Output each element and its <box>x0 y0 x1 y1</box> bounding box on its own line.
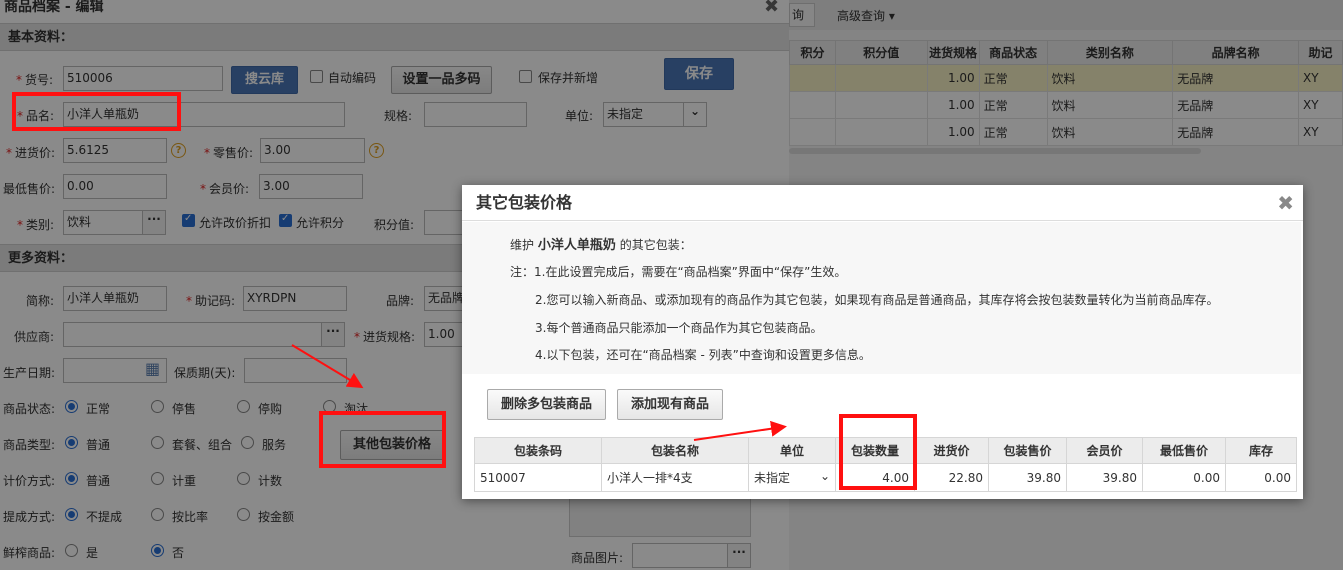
col-min-price[interactable]: 最低售价 <box>1142 437 1226 464</box>
cell-stock[interactable]: 0.00 <box>1225 463 1297 492</box>
highlight-box <box>12 92 181 131</box>
note-line: 3.每个普通商品只能添加一个商品作为其它包装商品。 <box>535 321 823 335</box>
cell-package-name[interactable]: 小洋人一排*4支 <box>601 463 749 492</box>
intro-line: 维护 小洋人单瓶奶 的其它包装： <box>510 238 692 253</box>
col-unit[interactable]: 单位 <box>748 437 836 464</box>
delete-package-button[interactable]: 删除多包装商品 <box>487 389 606 420</box>
close-icon[interactable]: ✖ <box>1277 191 1294 215</box>
col-package-price[interactable]: 包装售价 <box>988 437 1067 464</box>
popup-info-panel: 维护 小洋人单瓶奶 的其它包装： 注：1.在此设置完成后，需要在“商品档案”界面… <box>462 222 1301 374</box>
chevron-down-icon[interactable]: ⌄ <box>820 469 830 483</box>
note-line: 4.以下包装，还可在“商品档案 - 列表”中查询和设置更多信息。 <box>535 348 871 362</box>
col-barcode[interactable]: 包装条码 <box>474 437 602 464</box>
highlight-box <box>319 411 446 468</box>
note-line: 注：1.在此设置完成后，需要在“商品档案”界面中“保存”生效。 <box>510 265 847 279</box>
cell-min-price[interactable]: 0.00 <box>1142 463 1226 492</box>
add-existing-button[interactable]: 添加现有商品 <box>617 389 723 420</box>
col-package-name[interactable]: 包装名称 <box>601 437 749 464</box>
note-line: 2.您可以输入新商品、或添加现有的商品作为其它包装，如果现有商品是普通商品，其库… <box>535 293 1219 307</box>
cell-member-price[interactable]: 39.80 <box>1066 463 1143 492</box>
col-member-price[interactable]: 会员价 <box>1066 437 1143 464</box>
cell-unit-select[interactable]: 未指定 ⌄ <box>748 463 836 492</box>
col-cost[interactable]: 进货价 <box>914 437 989 464</box>
highlight-box <box>839 414 917 490</box>
cell-barcode[interactable]: 510007 <box>474 463 602 492</box>
cell-package-price[interactable]: 39.80 <box>988 463 1067 492</box>
col-stock[interactable]: 库存 <box>1225 437 1297 464</box>
popup-title: 其它包装价格 <box>462 185 1303 221</box>
cell-cost[interactable]: 22.80 <box>914 463 989 492</box>
